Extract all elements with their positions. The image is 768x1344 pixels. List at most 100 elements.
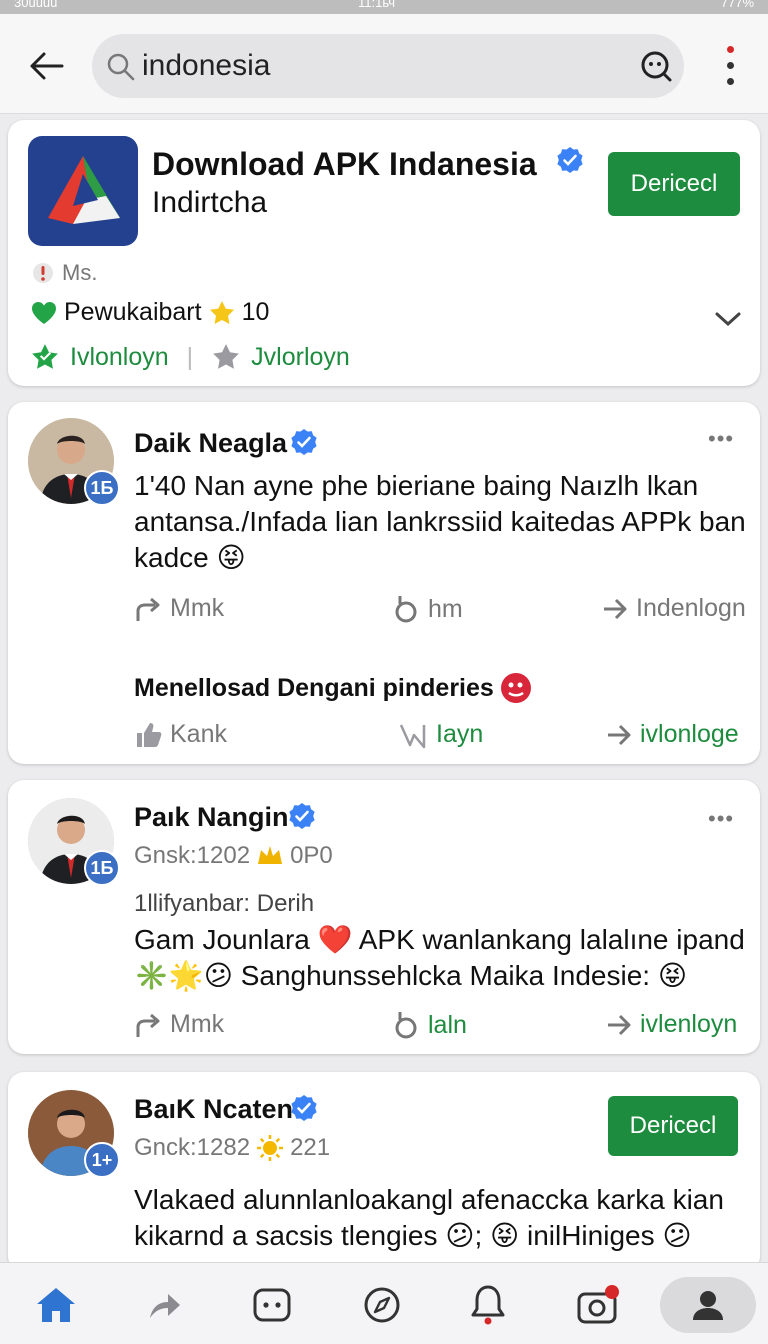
nav-home[interactable] (28, 1277, 84, 1333)
like-action[interactable]: Kank (134, 720, 227, 749)
rating-label: Pewukaibart (64, 298, 202, 326)
forward-action[interactable]: ivlenloyn (606, 1010, 737, 1039)
forward-label: Indenlogn (636, 594, 746, 622)
chat-icon (253, 1288, 291, 1322)
crown-icon (258, 846, 283, 864)
forward-icon (604, 598, 627, 619)
nav-forward[interactable] (136, 1277, 192, 1333)
chevron-down-icon[interactable] (714, 310, 742, 328)
nav-profile[interactable] (660, 1277, 756, 1333)
app-meta: Ms. (32, 260, 97, 286)
like-label: Kank (170, 720, 227, 748)
app-subtitle: Indirtcha (152, 186, 268, 219)
forward-label: ivlonloge (640, 720, 739, 748)
verified-badge-icon (557, 147, 583, 173)
like-label: laln (428, 1010, 467, 1039)
rating-row: Pewukaibart 10 (30, 298, 269, 327)
search-icon (107, 53, 135, 81)
more-options-button[interactable]: ••• (708, 806, 734, 832)
avatar[interactable]: 1Б (28, 418, 120, 506)
avatar[interactable]: 1+ (28, 1090, 120, 1178)
emoji-icon (500, 673, 531, 703)
forward-icon (608, 1014, 631, 1035)
signal-status: 30uuuu (14, 0, 58, 10)
meta-count: 221 (290, 1134, 331, 1161)
post-author[interactable]: BaıK Ncaten (134, 1094, 293, 1125)
share-label: Mmk (170, 1010, 225, 1038)
sun-icon (257, 1135, 284, 1161)
share-action[interactable]: Mmk (134, 1010, 224, 1039)
notification-dot-icon (727, 46, 734, 53)
verified-badge-icon (291, 1095, 317, 1121)
heart-icon (32, 301, 56, 324)
star-icon (213, 344, 240, 369)
star-icon (209, 300, 234, 324)
forward-action[interactable]: Indenlogn (602, 594, 746, 623)
post-text: Gam Jounlara ❤️ APK wanlankang lalalıne … (134, 924, 745, 991)
back-arrow-icon (30, 52, 64, 80)
forward-icon (150, 1294, 180, 1318)
like-label: hm (428, 594, 463, 623)
camera-icon (577, 1285, 619, 1324)
meta-count: 0P0 (290, 842, 333, 869)
nav-explore[interactable] (354, 1277, 410, 1333)
rating-value: 10 (241, 298, 270, 326)
forward-action[interactable]: ivlonloge (606, 720, 739, 749)
menu-dot-icon (727, 62, 734, 69)
nav-notifications[interactable] (460, 1277, 516, 1333)
post-author[interactable]: Paık Nangin (134, 802, 289, 833)
post-card: 1Б Paık Nangin ••• Gnsk:1202 0P0 1llifya… (8, 780, 760, 1054)
more-options-button[interactable]: ••• (708, 426, 734, 452)
post-meta: Gnck:1282 221 (134, 1134, 330, 1162)
avatar[interactable]: 1Б (28, 798, 120, 886)
share-icon (136, 1013, 160, 1037)
bell-icon (471, 1285, 505, 1325)
install-button[interactable]: Dericecl (608, 152, 740, 216)
share-action[interactable]: Mmk (134, 594, 224, 623)
post-author[interactable]: Daik Neagla (134, 428, 287, 459)
post-text: Vlakaed alunnlanloakangl afenaccka karka… (134, 1184, 724, 1251)
link-2[interactable]: Jvlorloyn (251, 343, 350, 372)
post-meta-line: 1llifyanbar: Derih (134, 890, 315, 917)
app-result-card[interactable]: Download APK Indanesia Indirtcha Dericec… (8, 120, 760, 386)
share-icon (136, 597, 160, 621)
like-icon (395, 1012, 417, 1039)
thumbs-up-icon (137, 722, 162, 747)
app-logo (28, 136, 138, 246)
verified-badge-icon (291, 429, 317, 455)
lens-search-icon[interactable] (640, 50, 672, 82)
meta-id: Gnck:1282 (134, 1134, 251, 1161)
like-action[interactable]: laln (390, 1010, 467, 1040)
search-input[interactable] (142, 44, 622, 88)
search-bar[interactable] (92, 34, 684, 98)
status-bar: 30uuuu 11:1ьч 777% (0, 0, 768, 14)
avatar-badge: 1Б (84, 850, 120, 886)
bottom-navigation (0, 1262, 768, 1344)
like-icon (395, 596, 417, 623)
post-sub-heading: Menellosad Dengani pinderies (134, 672, 532, 704)
home-icon (37, 1288, 75, 1322)
menu-dot-icon (727, 78, 734, 85)
share-label: Mmk (170, 594, 225, 622)
forward-icon (608, 724, 631, 745)
app-title[interactable]: Download APK Indanesia (152, 146, 537, 183)
warning-icon (33, 263, 53, 283)
verified-badge-icon (289, 803, 315, 829)
battery-status: 777% (720, 0, 754, 10)
profile-icon (693, 1291, 723, 1320)
back-button[interactable] (22, 42, 70, 90)
sub-heading-text: Menellosad Dengani pinderies (134, 673, 494, 702)
app-links: Ivlonloyn | Jvlorloyn (30, 342, 350, 372)
nav-chat[interactable] (244, 1277, 300, 1333)
post-card: 1+ BaıK Ncaten Dericecl Gnck:1282 221 Vl… (8, 1072, 760, 1272)
more-menu-button[interactable] (714, 44, 748, 88)
reply-action[interactable]: Iayn (398, 720, 483, 749)
clock: 11:1ьч (358, 0, 396, 10)
link-1[interactable]: Ivlonloyn (70, 343, 169, 372)
post-card: 1Б Daik Neagla ••• 1'40 Nan ayne phe bie… (8, 402, 760, 764)
reply-label: Iayn (436, 720, 484, 748)
install-button[interactable]: Dericecl (608, 1096, 738, 1156)
like-action[interactable]: hm (390, 594, 463, 624)
star-outline-icon (32, 344, 58, 369)
nav-camera[interactable] (570, 1277, 626, 1333)
